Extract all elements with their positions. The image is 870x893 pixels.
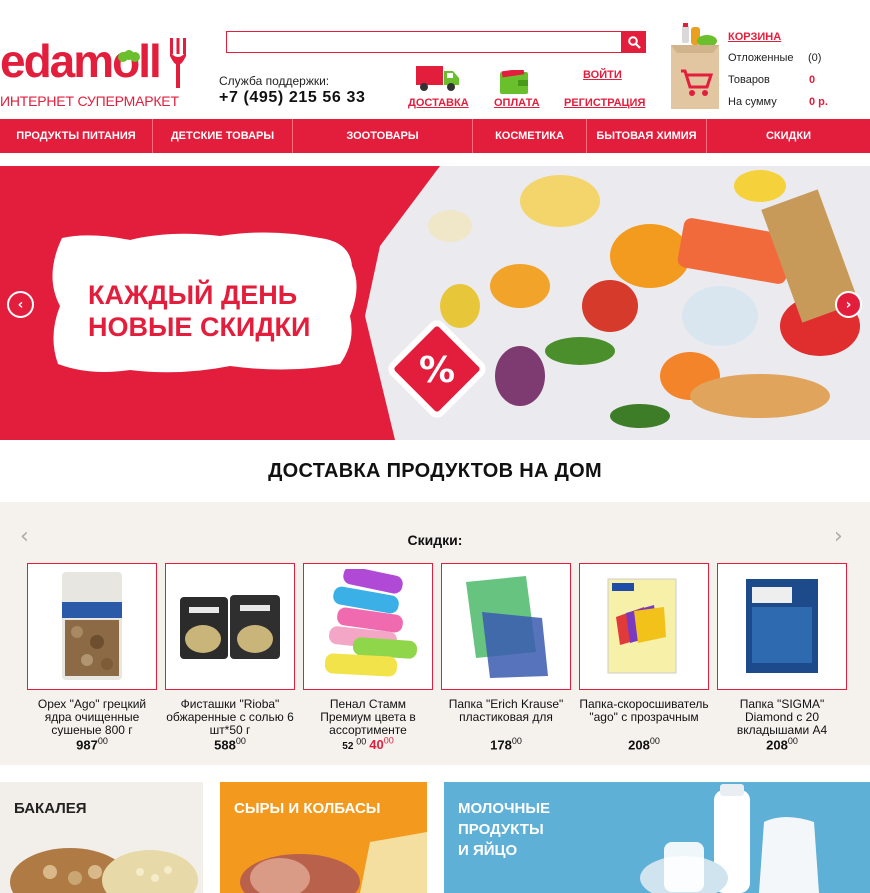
product-price: 52 00 4000 xyxy=(303,736,433,752)
search-input[interactable] xyxy=(226,31,622,53)
logo-text-moll: moll xyxy=(73,35,162,87)
product-name[interactable]: Папка "SIGMA" Diamond с 20 вкладышами А4 xyxy=(717,698,847,736)
product-price: 98700 xyxy=(76,736,108,753)
product-name[interactable]: Папка-скоросшиватель "ago" с прозрачным xyxy=(579,698,709,736)
banner-line-1: КАЖДЫЙ ДЕНЬ xyxy=(88,280,298,310)
delivery-link[interactable]: ДОСТАВКА xyxy=(408,97,469,109)
slider-next-button[interactable]: › xyxy=(835,291,862,318)
product-card: Папка "Erich Krause" пластиковая для 178… xyxy=(441,563,571,752)
cart-items-value: 0 xyxy=(809,74,816,86)
product-image[interactable] xyxy=(165,563,295,690)
support-label: Служба поддержки: xyxy=(219,74,330,88)
product-price: 20800 xyxy=(766,736,798,753)
nav-item-food[interactable]: ПРОДУКТЫ ПИТАНИЯ xyxy=(0,119,153,153)
cart-link[interactable]: КОРЗИНА xyxy=(728,31,781,43)
banner-percent-badge: % xyxy=(419,350,455,391)
pencil-cases-image xyxy=(324,569,418,677)
search-icon xyxy=(627,35,641,49)
product-card: Папка-скоросшиватель "ago" с прозрачным … xyxy=(579,563,709,752)
cart-sum-value: 0 р. xyxy=(809,96,828,108)
product-card: Орех "Ago" грецкий ядра очищенные сушены… xyxy=(27,563,157,752)
discounts-section: ‹ › Скидки: Орех "Ago" грецкий ядра очищ… xyxy=(0,502,870,765)
promo-banner[interactable]: % КАЖДЫЙ ДЕНЬ НОВЫЕ СКИДКИ ‹ › xyxy=(0,166,870,440)
product-name[interactable]: Папка "Erich Krause" пластиковая для xyxy=(441,698,571,736)
product-card: Пенал Стамм Премиум цвета в ассортименте… xyxy=(303,563,433,752)
grocery-image xyxy=(10,848,198,893)
nav-item-pets[interactable]: ЗООТОВАРЫ xyxy=(293,119,473,153)
category-grocery[interactable]: БАКАЛЕЯ xyxy=(0,782,203,893)
support-phone[interactable]: +7 (495) 215 56 33 xyxy=(219,89,365,107)
banner-title: КАЖДЫЙ ДЕНЬ НОВЫЕ СКИДКИ xyxy=(88,279,310,343)
truck-icon xyxy=(416,66,459,91)
product-price: 20800 xyxy=(628,736,660,753)
register-link[interactable]: РЕГИСТРАЦИЯ xyxy=(564,97,645,109)
product-price: 58800 xyxy=(214,736,246,753)
chevron-left-icon: ‹ xyxy=(17,296,24,313)
category-label: МОЛОЧНЫЕ ПРОДУКТЫ И ЯЙЦО xyxy=(458,800,551,859)
nav-item-kids[interactable]: ДЕТСКИЕ ТОВАРЫ xyxy=(153,119,293,153)
sigma-folder-image xyxy=(746,578,818,673)
cart-deferred-label[interactable]: Отложенные xyxy=(728,52,794,64)
plastic-folder-image xyxy=(466,575,548,678)
product-image[interactable] xyxy=(717,563,847,690)
wallet-icon xyxy=(500,70,528,94)
logo-subtitle: ИНТЕРНЕТ СУПЕРМАРКЕТ xyxy=(0,93,179,109)
product-new-price: 4000 xyxy=(369,736,394,753)
slider-prev-button[interactable]: ‹ xyxy=(7,291,34,318)
logo-text-eda: eda xyxy=(0,35,75,87)
fork-icon xyxy=(170,38,186,88)
cart-items-label: Товаров xyxy=(728,74,770,86)
banner-line-2: НОВЫЕ СКИДКИ xyxy=(88,312,311,342)
product-name[interactable]: Фисташки "Rioba" обжаренные с солью 6 шт… xyxy=(165,698,295,736)
search-button[interactable] xyxy=(622,31,646,53)
cart-deferred-value: (0) xyxy=(808,52,822,64)
product-image[interactable] xyxy=(303,563,433,690)
delivery-title: ДОСТАВКА ПРОДУКТОВ НА ДОМ xyxy=(268,460,602,482)
product-name[interactable]: Пенал Стамм Премиум цвета в ассортименте xyxy=(303,698,433,736)
nav-item-discounts[interactable]: СКИДКИ xyxy=(707,119,870,153)
cheese-sausage-image xyxy=(240,832,427,893)
discounts-title: Скидки: xyxy=(407,532,463,548)
product-image[interactable] xyxy=(441,563,571,690)
product-name[interactable]: Орех "Ago" грецкий ядра очищенные сушены… xyxy=(27,698,157,736)
main-nav: ПРОДУКТЫ ПИТАНИЯ ДЕТСКИЕ ТОВАРЫ ЗООТОВАР… xyxy=(0,119,870,153)
walnuts-package-image xyxy=(62,571,122,680)
logo[interactable]: edamoll ИНТЕРНЕТ СУПЕРМАРКЕТ xyxy=(0,35,190,112)
cart-sum-label: На сумму xyxy=(728,96,777,108)
nav-item-household[interactable]: БЫТОВАЯ ХИМИЯ xyxy=(587,119,707,153)
shopping-bag-icon[interactable] xyxy=(669,23,721,111)
product-card: Папка "SIGMA" Diamond с 20 вкладышами А4… xyxy=(717,563,847,752)
nav-item-cosmetics[interactable]: КОСМЕТИКА xyxy=(473,119,587,153)
category-label: СЫРЫ И КОЛБАСЫ xyxy=(234,800,381,817)
product-price: 17800 xyxy=(490,736,522,753)
dairy-image xyxy=(640,784,819,893)
product-image[interactable] xyxy=(579,563,709,690)
product-old-price: 52 00 xyxy=(342,737,367,753)
product-card: Фисташки "Rioba" обжаренные с солью 6 шт… xyxy=(165,563,295,752)
payment-link[interactable]: ОПЛАТА xyxy=(494,97,540,109)
chevron-right-icon: › xyxy=(845,296,852,313)
category-cheese-sausage[interactable]: СЫРЫ И КОЛБАСЫ xyxy=(220,782,427,893)
category-label: БАКАЛЕЯ xyxy=(14,800,87,817)
login-link[interactable]: ВОЙТИ xyxy=(583,69,622,81)
pistachios-package-image xyxy=(180,594,280,659)
category-dairy[interactable]: МОЛОЧНЫЕ ПРОДУКТЫ И ЯЙЦО xyxy=(444,782,870,893)
binder-folder-image xyxy=(607,578,677,673)
broccoli-icon xyxy=(118,50,140,62)
product-image[interactable] xyxy=(27,563,157,690)
